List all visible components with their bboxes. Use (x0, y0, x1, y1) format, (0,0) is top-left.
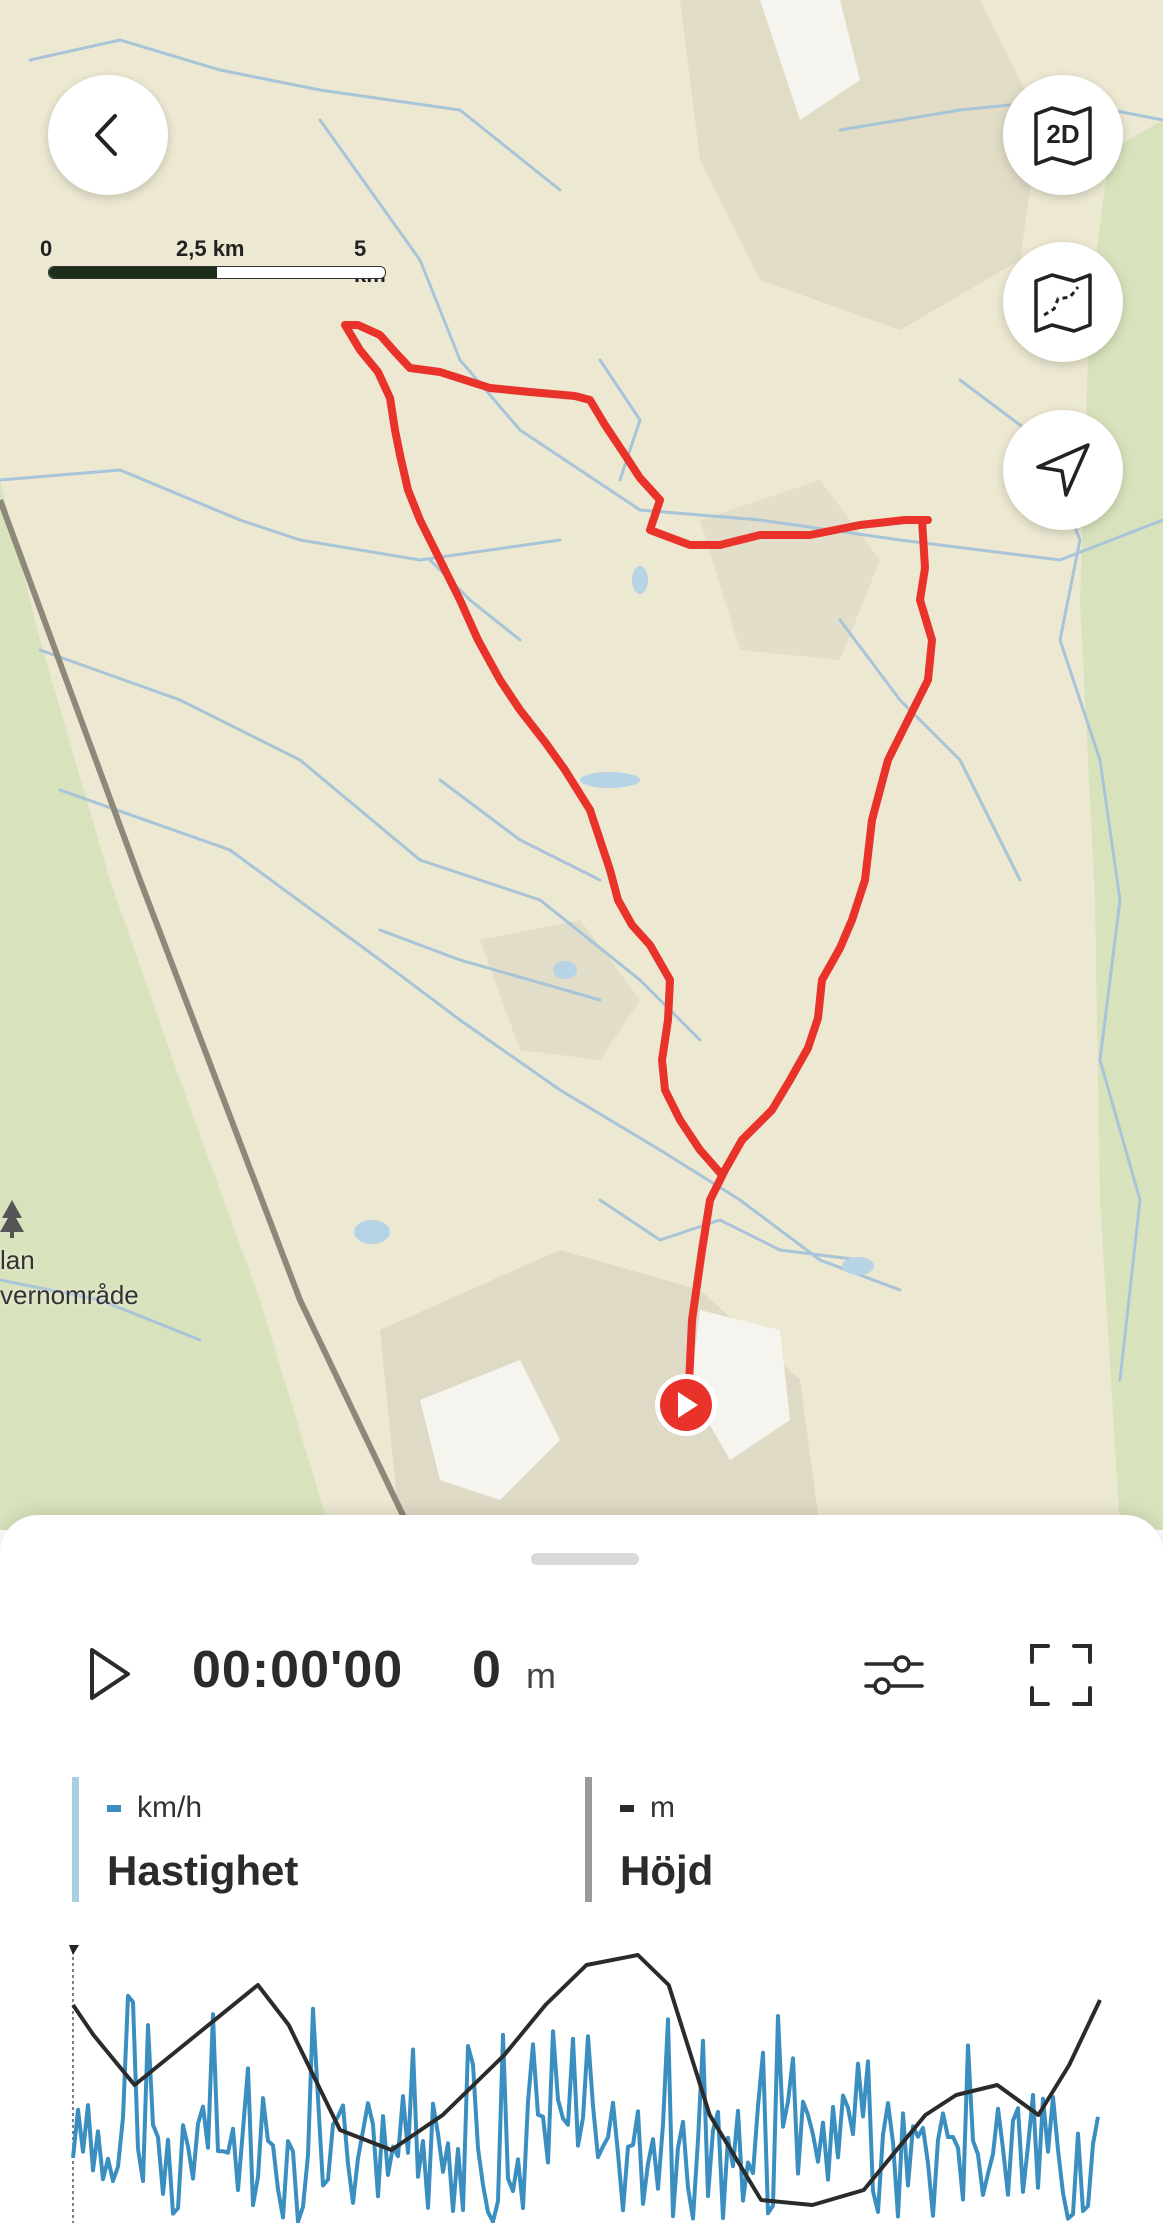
speed-unit: km/h (137, 1791, 203, 1824)
metric-speed[interactable]: km/h Hastighet (72, 1777, 298, 1902)
sheet-handle[interactable] (531, 1553, 639, 1565)
map-style-button[interactable] (1003, 242, 1123, 362)
speed-legend-swatch (107, 1804, 121, 1812)
playback-distance-value: 0 (472, 1641, 501, 1699)
start-marker[interactable] (655, 1374, 717, 1436)
elevation-legend-swatch (620, 1804, 634, 1812)
elevation-unit: m (650, 1791, 675, 1824)
lake (354, 1220, 390, 1244)
area-label-line1: lan (0, 1245, 35, 1275)
speed-line (71, 1993, 1100, 2223)
scale-label-end: 5 km (354, 236, 386, 287)
locate-button[interactable] (1003, 410, 1123, 530)
lake (842, 1257, 874, 1275)
map-style-icon (1034, 273, 1092, 333)
speed-title: Hastighet (107, 1847, 299, 1894)
filter-button[interactable] (862, 1650, 926, 1700)
navigation-arrow-icon (1036, 443, 1090, 497)
lake (553, 961, 577, 979)
fullscreen-icon (1030, 1644, 1092, 1706)
scale-bar: 0 2,5 km 5 km (40, 236, 386, 287)
map-2d-icon: 2D (1034, 106, 1092, 166)
play-button[interactable] (86, 1645, 134, 1703)
playback-time: 00:00'00 (192, 1641, 404, 1699)
area-label-line2: vernområde (0, 1280, 139, 1310)
scale-label-mid: 2,5 km (176, 236, 245, 261)
view-2d-label: 2D (1046, 119, 1079, 149)
lake (580, 772, 640, 788)
elevation-title: Höjd (620, 1847, 714, 1894)
route-map[interactable] (0, 0, 1163, 1530)
scale-label-zero: 0 (40, 236, 53, 261)
sliders-icon (864, 1655, 924, 1695)
playback-distance-unit: m (526, 1655, 556, 1696)
view-2d-button[interactable]: 2D (1003, 75, 1123, 195)
metric-elevation[interactable]: m Höjd (585, 1777, 713, 1902)
speed-elevation-graph[interactable] (0, 1945, 1163, 2223)
play-icon (90, 1648, 130, 1700)
fullscreen-button[interactable] (1028, 1642, 1094, 1708)
back-button[interactable] (48, 75, 168, 195)
cursor-marker (69, 1945, 79, 1955)
scale-fill (49, 267, 217, 278)
bottom-sheet: 00:00'00 0 m km/h Hastighet m Höjd (0, 1515, 1163, 2223)
back-icon (95, 114, 117, 156)
scale-track (48, 266, 386, 279)
lake (632, 566, 648, 594)
